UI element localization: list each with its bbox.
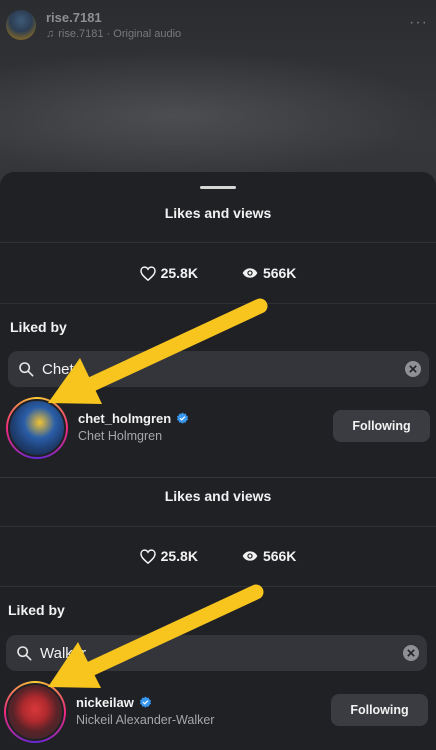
avatar[interactable] — [4, 681, 66, 743]
search-input[interactable] — [40, 644, 370, 662]
list-item[interactable]: chet_holmgren Chet Holmgren Following — [0, 395, 436, 461]
heart-icon — [139, 548, 156, 564]
sheet-title: Likes and views — [164, 205, 272, 221]
eye-icon — [242, 268, 258, 278]
sheet-drag-handle[interactable] — [200, 186, 236, 189]
views-count: 566K — [242, 265, 296, 281]
verified-badge-icon — [139, 696, 151, 708]
eye-icon — [242, 551, 258, 561]
clear-icon[interactable] — [405, 361, 421, 377]
stats-row: 25.8K 566K — [0, 548, 436, 564]
list-item[interactable]: nickeilaw Nickeil Alexander-Walker Follo… — [0, 679, 436, 745]
likes-value: 25.8K — [160, 548, 198, 564]
likes-count: 25.8K — [139, 265, 198, 281]
username[interactable]: nickeilaw — [76, 695, 152, 710]
reel-audio-label: rise.7181 · Original audio — [58, 28, 182, 40]
following-button[interactable]: Following — [333, 410, 430, 442]
likes-count: 25.8K — [139, 548, 198, 564]
views-value: 566K — [262, 548, 297, 564]
divider — [0, 303, 436, 304]
sheet-title: Likes and views — [164, 488, 272, 504]
more-options-icon[interactable]: ··· — [409, 14, 428, 32]
search-field[interactable] — [6, 635, 427, 671]
full-name: Nickeil Alexander-Walker — [76, 713, 215, 727]
username-text: nickeilaw — [76, 695, 134, 710]
views-count: 566K — [242, 548, 296, 564]
music-note-icon: ♫ — [46, 28, 55, 40]
username[interactable]: chet_holmgren — [78, 411, 189, 426]
stats-row: 25.8K 566K — [0, 265, 436, 281]
reel-header: rise.7181 ♫ rise.7181 · Original audio ·… — [6, 6, 430, 42]
likes-sheet-2: Likes and views 25.8K 566K Liked by Walk… — [0, 477, 436, 750]
likes-value: 25.8K — [160, 265, 198, 281]
liked-by-label: Liked by — [8, 602, 65, 618]
reel-author-username[interactable]: rise.7181 — [46, 10, 102, 25]
divider — [0, 586, 436, 587]
following-button[interactable]: Following — [331, 694, 428, 726]
divider — [0, 242, 436, 243]
avatar[interactable] — [6, 397, 68, 459]
full-name: Chet Holmgren — [78, 429, 163, 443]
likes-sheet-1: Likes and views 25.8K 566K Liked by Chet… — [0, 172, 436, 477]
clear-icon[interactable] — [403, 645, 419, 661]
verified-badge-icon — [177, 412, 189, 424]
reel-audio[interactable]: ♫ rise.7181 · Original audio — [46, 28, 181, 40]
search-input[interactable] — [42, 360, 372, 378]
video-frame — [0, 50, 436, 180]
views-value: 566K — [262, 265, 297, 281]
search-icon — [19, 362, 34, 377]
heart-icon — [139, 265, 156, 281]
search-icon — [17, 646, 32, 661]
divider — [0, 526, 436, 527]
search-field[interactable] — [8, 351, 429, 387]
liked-by-label: Liked by — [10, 319, 67, 335]
reel-author-avatar[interactable] — [6, 10, 36, 40]
username-text: chet_holmgren — [78, 411, 172, 426]
